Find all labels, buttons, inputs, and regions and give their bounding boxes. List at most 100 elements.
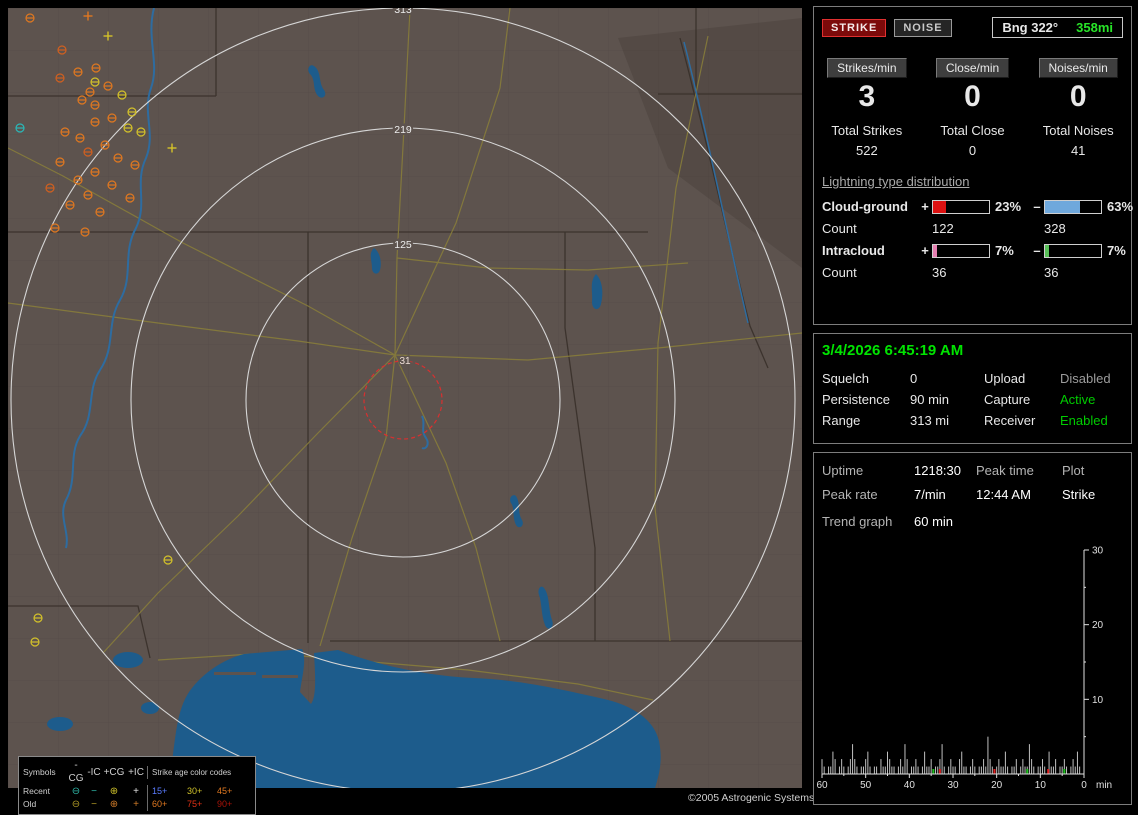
total-noises-value: 41 [1070, 143, 1086, 158]
x-tick-label: 50 [860, 780, 872, 791]
uptime-label: Uptime [822, 463, 864, 478]
cg-negative-percent: 63% [1107, 199, 1134, 214]
legend-grid: Symbols -CG -IC +CG +IC Strike age color code… [23, 759, 251, 811]
datetime-display: 3/4/2026 6:45:19 AM [822, 342, 964, 359]
cloud-ground-label: Cloud-ground [822, 199, 908, 214]
trend-graph-label: Trend graph [822, 514, 893, 529]
cg-positive-percent: 23% [995, 199, 1022, 214]
peak-rate-value: 7/min [914, 487, 946, 502]
ic-count-label: Count [822, 265, 857, 280]
distribution-grid: Cloud-ground + 23% – 63% Count 122 328 I… [814, 189, 1134, 280]
legend-type-header: -CG [68, 760, 84, 784]
cg-positive-bar [932, 199, 990, 214]
copyright-text: ©2005 Astrogenic Systems [688, 792, 815, 804]
x-tick-label: 30 [947, 780, 959, 791]
legend-type-header: +CG [103, 766, 125, 778]
positive-sign: + [921, 199, 929, 214]
bearing-value: Bng 322° [1002, 20, 1059, 35]
legend-strike-symbol: − [91, 786, 97, 797]
close-range-label: 31 [399, 356, 411, 367]
capture-label: Capture [984, 392, 1031, 407]
intracloud-label: Intracloud [822, 243, 885, 258]
legend-strike-symbol: + [133, 786, 139, 797]
noise-indicator[interactable]: NOISE [894, 18, 952, 37]
range-ring-label: 219 [394, 124, 412, 136]
x-tick-label: 60 [816, 780, 828, 791]
ic-positive-bar [932, 243, 990, 258]
legend-age-code: 90+ [217, 799, 233, 809]
x-tick-label: 40 [904, 780, 916, 791]
ic-negative-count: 36 [1044, 265, 1059, 280]
uptime-value: 1218:30 [914, 463, 961, 478]
cg-count-label: Count [822, 221, 857, 236]
legend-strike-symbol: ⊕ [109, 799, 119, 810]
map-legend: Symbols -CG -IC +CG +IC Strike age color code… [18, 756, 256, 815]
legend-strike-symbol: + [133, 799, 139, 810]
receiver-label: Receiver [984, 413, 1036, 428]
y-tick-label: 20 [1092, 620, 1104, 631]
peak-time-label: Peak time [976, 463, 1034, 478]
peak-time-value: 12:44 AM [976, 487, 1031, 502]
x-tick-label: 0 [1081, 780, 1087, 791]
distribution-title: Lightning type distribution [822, 174, 970, 189]
plot-label: Plot [1062, 463, 1085, 478]
upload-status: Disabled [1060, 371, 1111, 386]
strikes-per-min-value: 3 [858, 80, 876, 113]
legend-row-label: Old [23, 799, 37, 809]
legend-type-header: -IC [87, 766, 101, 778]
trend-axes [822, 550, 1085, 775]
legend-row-label: Recent [23, 786, 50, 796]
legend-age-code: 60+ [147, 798, 183, 811]
x-axis-unit: min [1096, 780, 1112, 791]
session-grid: Uptime 1218:30 Peak time Plot Peak rate … [814, 453, 1131, 502]
range-label: Range [822, 413, 861, 428]
negative-sign: – [1033, 199, 1041, 214]
trend-cg-mark [938, 769, 941, 774]
total-close-value: 0 [968, 143, 977, 158]
squelch-value: 0 [910, 371, 918, 386]
trend-graph: 60 50 40 30 20 10 0 min 10 20 30 [816, 546, 1112, 791]
positive-sign: + [921, 243, 929, 258]
trend-cg-mark [1047, 769, 1050, 774]
legend-strike-symbol: ⊕ [109, 786, 119, 797]
bearing-display: Bng 322° 358mi [992, 17, 1123, 38]
total-strikes-value: 522 [855, 143, 878, 158]
noises-per-min-value: 0 [1069, 80, 1087, 113]
receiver-status: Enabled [1060, 413, 1108, 428]
ic-negative-percent: 7% [1107, 243, 1126, 258]
upload-label: Upload [984, 371, 1026, 386]
settings-grid: Squelch 0 Upload Disabled Persistence 90… [814, 359, 1131, 428]
range-ring-label: 313 [394, 8, 412, 16]
session-panel: Uptime 1218:30 Peak time Plot Peak rate … [813, 452, 1132, 805]
persistence-value: 90 min [910, 392, 950, 407]
map-canvas: 313 219 125 31 [7, 2, 803, 793]
strikes-per-min-header: Strikes/min [827, 58, 907, 78]
trend-ic-mark [932, 769, 935, 774]
cg-positive-count: 122 [932, 221, 954, 236]
trend-ic-mark [1026, 769, 1029, 774]
legend-strike-symbol: ⊖ [71, 786, 81, 797]
y-tick-label: 30 [1092, 546, 1104, 557]
legend-strike-symbol: ⊖ [71, 799, 81, 810]
lightning-map[interactable]: 313 219 125 31 [7, 2, 803, 793]
negative-sign: – [1033, 243, 1041, 258]
legend-age-code: 15+ [147, 785, 183, 798]
trend-cg-mark [993, 769, 996, 774]
close-per-min-value: 0 [964, 80, 981, 113]
legend-age-header: Strike age color codes [147, 765, 241, 779]
persistence-label: Persistence [822, 392, 890, 407]
total-noises-label: Total Noises [1042, 123, 1114, 138]
legend-strike-symbol: − [91, 799, 97, 810]
trend-window-value: 60 min [914, 514, 954, 529]
legend-type-header: +IC [128, 766, 144, 778]
strike-indicator[interactable]: STRIKE [822, 18, 887, 37]
total-strikes-label: Total Strikes [831, 123, 903, 138]
range-ring-label: 125 [394, 239, 412, 251]
squelch-label: Squelch [822, 371, 869, 386]
x-tick-label: 20 [991, 780, 1003, 791]
range-value: 313 mi [910, 413, 950, 428]
legend-age-code: 45+ [217, 786, 233, 796]
ic-positive-percent: 7% [995, 243, 1014, 258]
status-panel: 3/4/2026 6:45:19 AM Squelch 0 Upload Dis… [813, 333, 1132, 444]
trend-ic-mark [1063, 769, 1066, 774]
